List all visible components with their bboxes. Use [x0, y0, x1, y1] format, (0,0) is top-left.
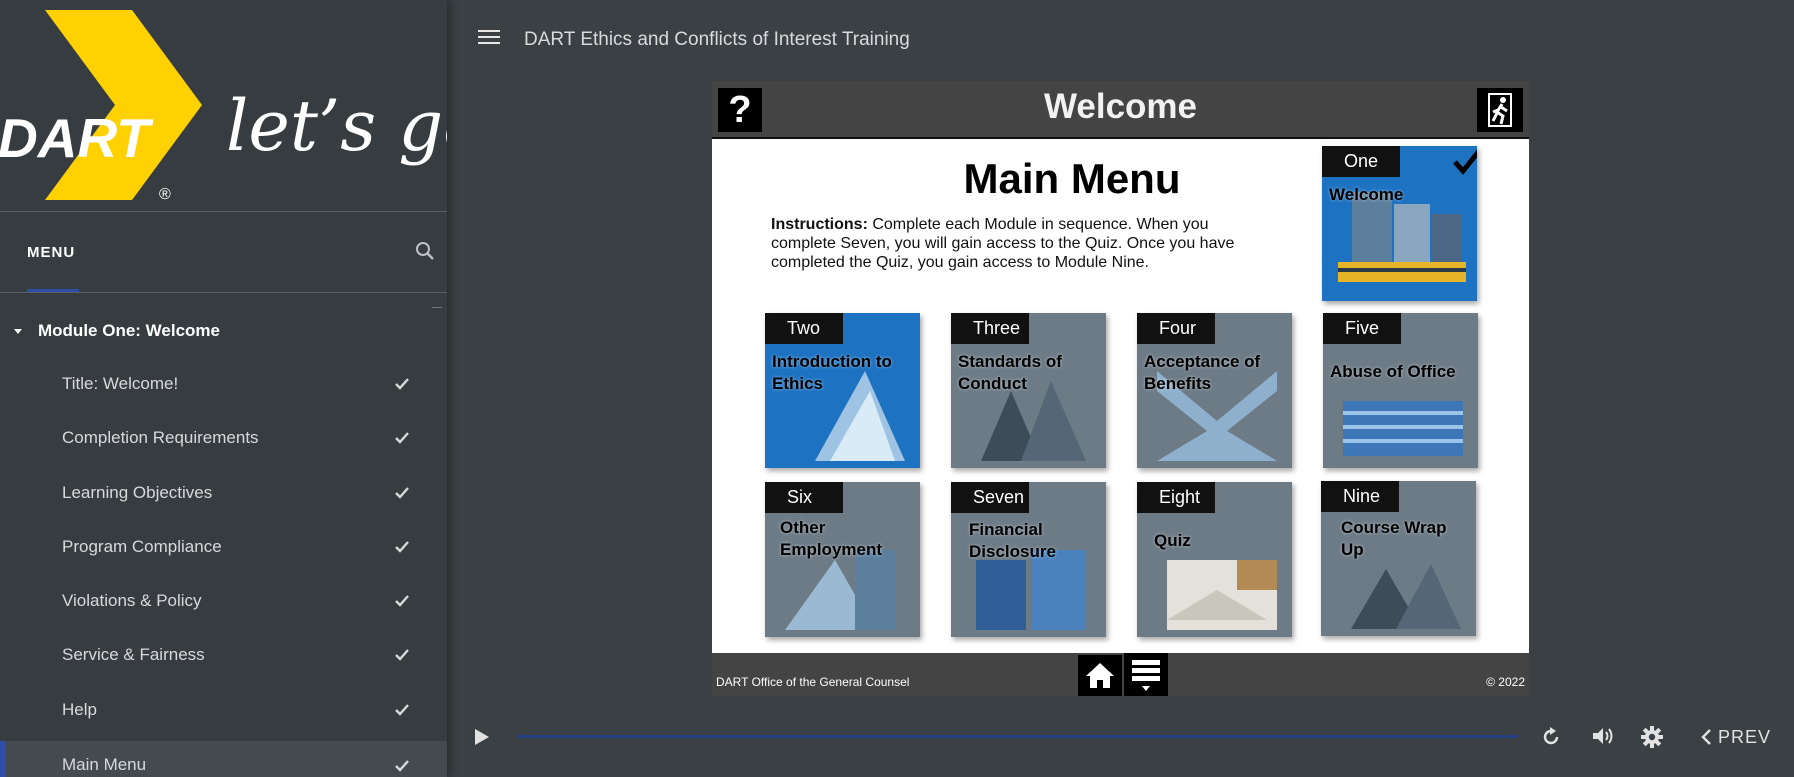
help-button[interactable]: ?: [718, 88, 762, 132]
scrollbar-thumb[interactable]: [432, 307, 442, 308]
completed-check-icon: [1453, 149, 1477, 175]
sidebar-item-violations-policy[interactable]: Violations & Policy: [0, 575, 447, 627]
check-icon: [395, 487, 409, 499]
check-icon: [395, 760, 409, 772]
tile-number: Four: [1137, 313, 1215, 344]
sidebar-item-label: Service & Fairness: [62, 645, 205, 664]
sidebar: DART ® let’s go. MENU Module One: Welcom…: [0, 0, 447, 777]
module-one-label: Module One: Welcome: [38, 321, 220, 340]
tile-number: Nine: [1321, 481, 1399, 512]
sidebar-item-label: Help: [62, 700, 97, 719]
slide-header-rule: [712, 137, 1529, 139]
sidebar-item-label: Learning Objectives: [62, 483, 213, 502]
tile-name: Abuse of Office: [1330, 362, 1456, 381]
sidebar-item-label: Completion Requirements: [62, 428, 259, 447]
course-title: DART Ethics and Conflicts of Interest Tr…: [524, 29, 910, 50]
tile-name: Quiz: [1154, 531, 1191, 550]
footer-organization: DART Office of the General Counsel: [716, 675, 910, 689]
tile-number: Eight: [1137, 482, 1215, 513]
sidebar-item-completion-requirements[interactable]: Completion Requirements: [0, 412, 447, 464]
tile-name: Other Employment: [780, 518, 883, 559]
menu-heading: MENU: [27, 244, 76, 261]
sidebar-divider: [0, 211, 447, 212]
instructions-text: Instructions: Complete each Module in se…: [771, 215, 1271, 272]
prev-label: PREV: [1718, 726, 1772, 747]
check-icon: [395, 704, 409, 716]
sidebar-divider: [0, 292, 447, 293]
play-icon[interactable]: [473, 727, 491, 747]
check-icon: [395, 541, 409, 553]
chevron-left-icon: [1701, 729, 1711, 745]
module-tile-nine[interactable]: Nine Course Wrap Up: [1321, 481, 1476, 636]
module-tile-three[interactable]: Three Standards of Conduct: [951, 313, 1106, 468]
tile-name: Course Wrap Up: [1341, 518, 1447, 559]
module-tile-eight[interactable]: Eight Quiz: [1137, 482, 1292, 637]
module-tile-five[interactable]: Five Abuse of Office: [1323, 313, 1478, 468]
sidebar-item-program-compliance[interactable]: Program Compliance: [0, 521, 447, 573]
volume-icon[interactable]: [1590, 725, 1614, 747]
module-tile-six[interactable]: Six Other Employment: [765, 482, 920, 637]
check-icon: [395, 378, 409, 390]
check-icon: [395, 432, 409, 444]
exit-icon[interactable]: [1477, 88, 1523, 132]
tile-number: Three: [951, 313, 1029, 344]
footer-copyright: © 2022: [1486, 675, 1525, 689]
module-one-toggle[interactable]: Module One: Welcome: [14, 316, 220, 346]
sidebar-item-label: Program Compliance: [62, 537, 222, 556]
logo-wordmark: DART: [0, 107, 154, 169]
search-icon[interactable]: [414, 240, 436, 262]
replay-icon[interactable]: [1540, 726, 1562, 748]
sidebar-item-title-welcome[interactable]: Title: Welcome!: [0, 358, 447, 410]
module-tile-one[interactable]: One Welcome: [1322, 146, 1477, 301]
sidebar-item-label: Title: Welcome!: [62, 374, 179, 393]
slide-stage: Welcome ? Main Menu Instructions: Comple…: [712, 81, 1529, 696]
tile-number: Two: [765, 313, 843, 344]
tile-number: Five: [1323, 313, 1401, 344]
instructions-label: Instructions:: [771, 216, 868, 233]
caret-down-icon: [14, 328, 22, 334]
module-tile-two[interactable]: Two Introduction to Ethics: [765, 313, 920, 468]
tile-number: One: [1322, 146, 1400, 177]
tile-name: Welcome: [1329, 185, 1404, 204]
list-menu-icon[interactable]: [1124, 653, 1168, 696]
sidebar-item-service-fairness[interactable]: Service & Fairness: [0, 629, 447, 681]
tile-name: Introduction to Ethics: [772, 352, 892, 393]
tile-number: Six: [765, 482, 843, 513]
seekbar[interactable]: [517, 735, 1518, 738]
hamburger-menu-icon[interactable]: [478, 30, 500, 48]
module-tile-four[interactable]: Four Acceptance of Benefits: [1137, 313, 1292, 468]
check-icon: [395, 649, 409, 661]
module-tile-seven[interactable]: Seven Financial Disclosure: [951, 482, 1106, 637]
sidebar-item-label: Violations & Policy: [62, 591, 202, 610]
dart-logo: DART ® let’s go.: [0, 10, 447, 203]
tile-name: Financial Disclosure: [969, 520, 1056, 561]
prev-button[interactable]: PREV: [1700, 725, 1771, 749]
logo-registered: ®: [159, 186, 171, 203]
tile-name: Standards of Conduct: [958, 352, 1062, 393]
slide-title: Welcome: [1043, 87, 1198, 126]
logo-tagline: let’s go.: [226, 85, 447, 167]
check-icon: [395, 595, 409, 607]
tile-name: Acceptance of Benefits: [1144, 352, 1261, 393]
tile-number: Seven: [951, 482, 1029, 513]
sidebar-item-learning-objectives[interactable]: Learning Objectives: [0, 467, 447, 519]
sidebar-item-main-menu[interactable]: Main Menu: [0, 741, 447, 777]
sidebar-item-label: Main Menu: [62, 755, 147, 774]
settings-gear-icon[interactable]: [1640, 725, 1664, 749]
home-icon[interactable]: [1078, 655, 1122, 696]
sidebar-item-help[interactable]: Help: [0, 684, 447, 736]
